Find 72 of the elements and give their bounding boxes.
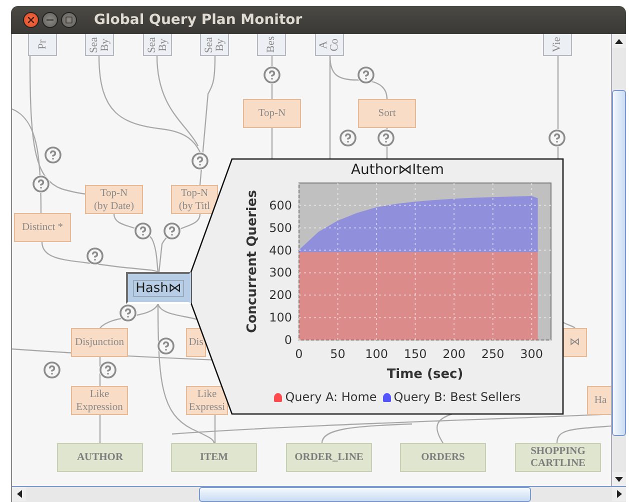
source-node[interactable]: Bes xyxy=(257,34,286,56)
source-node[interactable]: Vie xyxy=(543,34,572,56)
connector-line xyxy=(99,415,101,443)
help-icon[interactable] xyxy=(134,222,152,240)
source-node[interactable]: A Co xyxy=(315,34,344,56)
help-icon[interactable] xyxy=(43,361,61,379)
tick-label: 0 xyxy=(295,347,303,361)
source-node[interactable]: Sea By xyxy=(200,34,229,56)
help-icon[interactable] xyxy=(99,361,117,379)
operator-node[interactable]: Top-N (by Date) xyxy=(85,185,143,214)
operator-node[interactable]: ⋈ xyxy=(563,328,587,357)
operator-node[interactable]: Disjunction xyxy=(71,328,128,357)
help-icon[interactable] xyxy=(548,129,566,147)
maximize-icon xyxy=(65,16,73,24)
help-icon[interactable] xyxy=(377,129,395,147)
scroll-down-button[interactable] xyxy=(612,472,626,486)
close-button[interactable] xyxy=(23,12,39,28)
operator-node[interactable]: Top-N xyxy=(243,99,301,128)
help-icon[interactable] xyxy=(263,66,281,84)
table-node[interactable]: ITEM xyxy=(171,443,257,472)
scroll-left-button[interactable] xyxy=(12,487,26,501)
tick-label: 500 xyxy=(269,220,292,235)
table-node[interactable]: SHOPPING CARTLINE xyxy=(515,443,601,472)
axis-title: Concurrent Queries xyxy=(245,190,260,333)
scroll-right-button[interactable] xyxy=(612,487,626,501)
tick-label: 0 xyxy=(284,333,292,347)
tick-label: 300 xyxy=(520,347,544,361)
source-node[interactable]: Sea By xyxy=(143,34,172,56)
minimize-button[interactable] xyxy=(42,12,58,28)
operator-node[interactable]: Hash⋈ xyxy=(126,272,191,304)
source-node[interactable]: Sea By xyxy=(85,34,114,56)
legend-label: Query A: Home xyxy=(285,390,377,404)
operator-node[interactable]: Top-N (by Titl xyxy=(171,185,218,214)
operator-node[interactable]: Like Expressi xyxy=(186,386,228,415)
tick-label: 100 xyxy=(365,347,388,361)
maximize-button[interactable] xyxy=(61,12,77,28)
connector-line xyxy=(271,128,273,159)
legend-label: Query B: Best Sellers xyxy=(394,390,521,404)
tick-label: 200 xyxy=(442,347,466,361)
help-icon[interactable] xyxy=(357,66,375,84)
tick-label: 400 xyxy=(269,243,292,258)
table-node[interactable]: ORDER_LINE xyxy=(286,443,372,472)
operator-node[interactable]: Sort xyxy=(358,99,416,128)
table-node[interactable]: AUTHOR xyxy=(57,443,143,472)
tick-label: 150 xyxy=(404,347,427,361)
source-node[interactable]: Pr xyxy=(28,34,57,56)
help-icon[interactable] xyxy=(191,152,209,170)
scroll-thumb[interactable] xyxy=(612,90,626,436)
help-icon[interactable] xyxy=(32,175,50,193)
scroll-up-button[interactable] xyxy=(612,34,626,48)
close-icon xyxy=(26,15,36,25)
tick-label: 50 xyxy=(330,347,346,361)
scroll-thumb[interactable] xyxy=(199,487,531,502)
tick-label: 100 xyxy=(269,310,292,325)
tick-label: 200 xyxy=(269,288,292,302)
help-icon[interactable] xyxy=(119,304,137,322)
operator-node[interactable]: Like Expression xyxy=(71,386,128,415)
table-node[interactable]: ORDERS xyxy=(400,443,486,472)
help-icon[interactable] xyxy=(157,337,175,355)
axis-title: Time (sec) xyxy=(386,367,464,382)
operator-node[interactable]: Dis xyxy=(186,328,206,357)
tick-label: 600 xyxy=(269,198,292,212)
help-icon[interactable] xyxy=(44,146,62,164)
popup-title: Author⋈Item xyxy=(350,162,444,178)
operator-node[interactable]: Ha xyxy=(587,386,611,415)
window-title: Global Query Plan Monitor xyxy=(94,12,302,28)
operator-node[interactable]: Distinct * xyxy=(14,213,71,242)
help-icon[interactable] xyxy=(86,247,104,265)
tick-label: 250 xyxy=(481,347,504,361)
tick-label: 300 xyxy=(269,266,292,280)
help-icon[interactable] xyxy=(163,222,181,240)
help-icon[interactable] xyxy=(339,129,357,147)
